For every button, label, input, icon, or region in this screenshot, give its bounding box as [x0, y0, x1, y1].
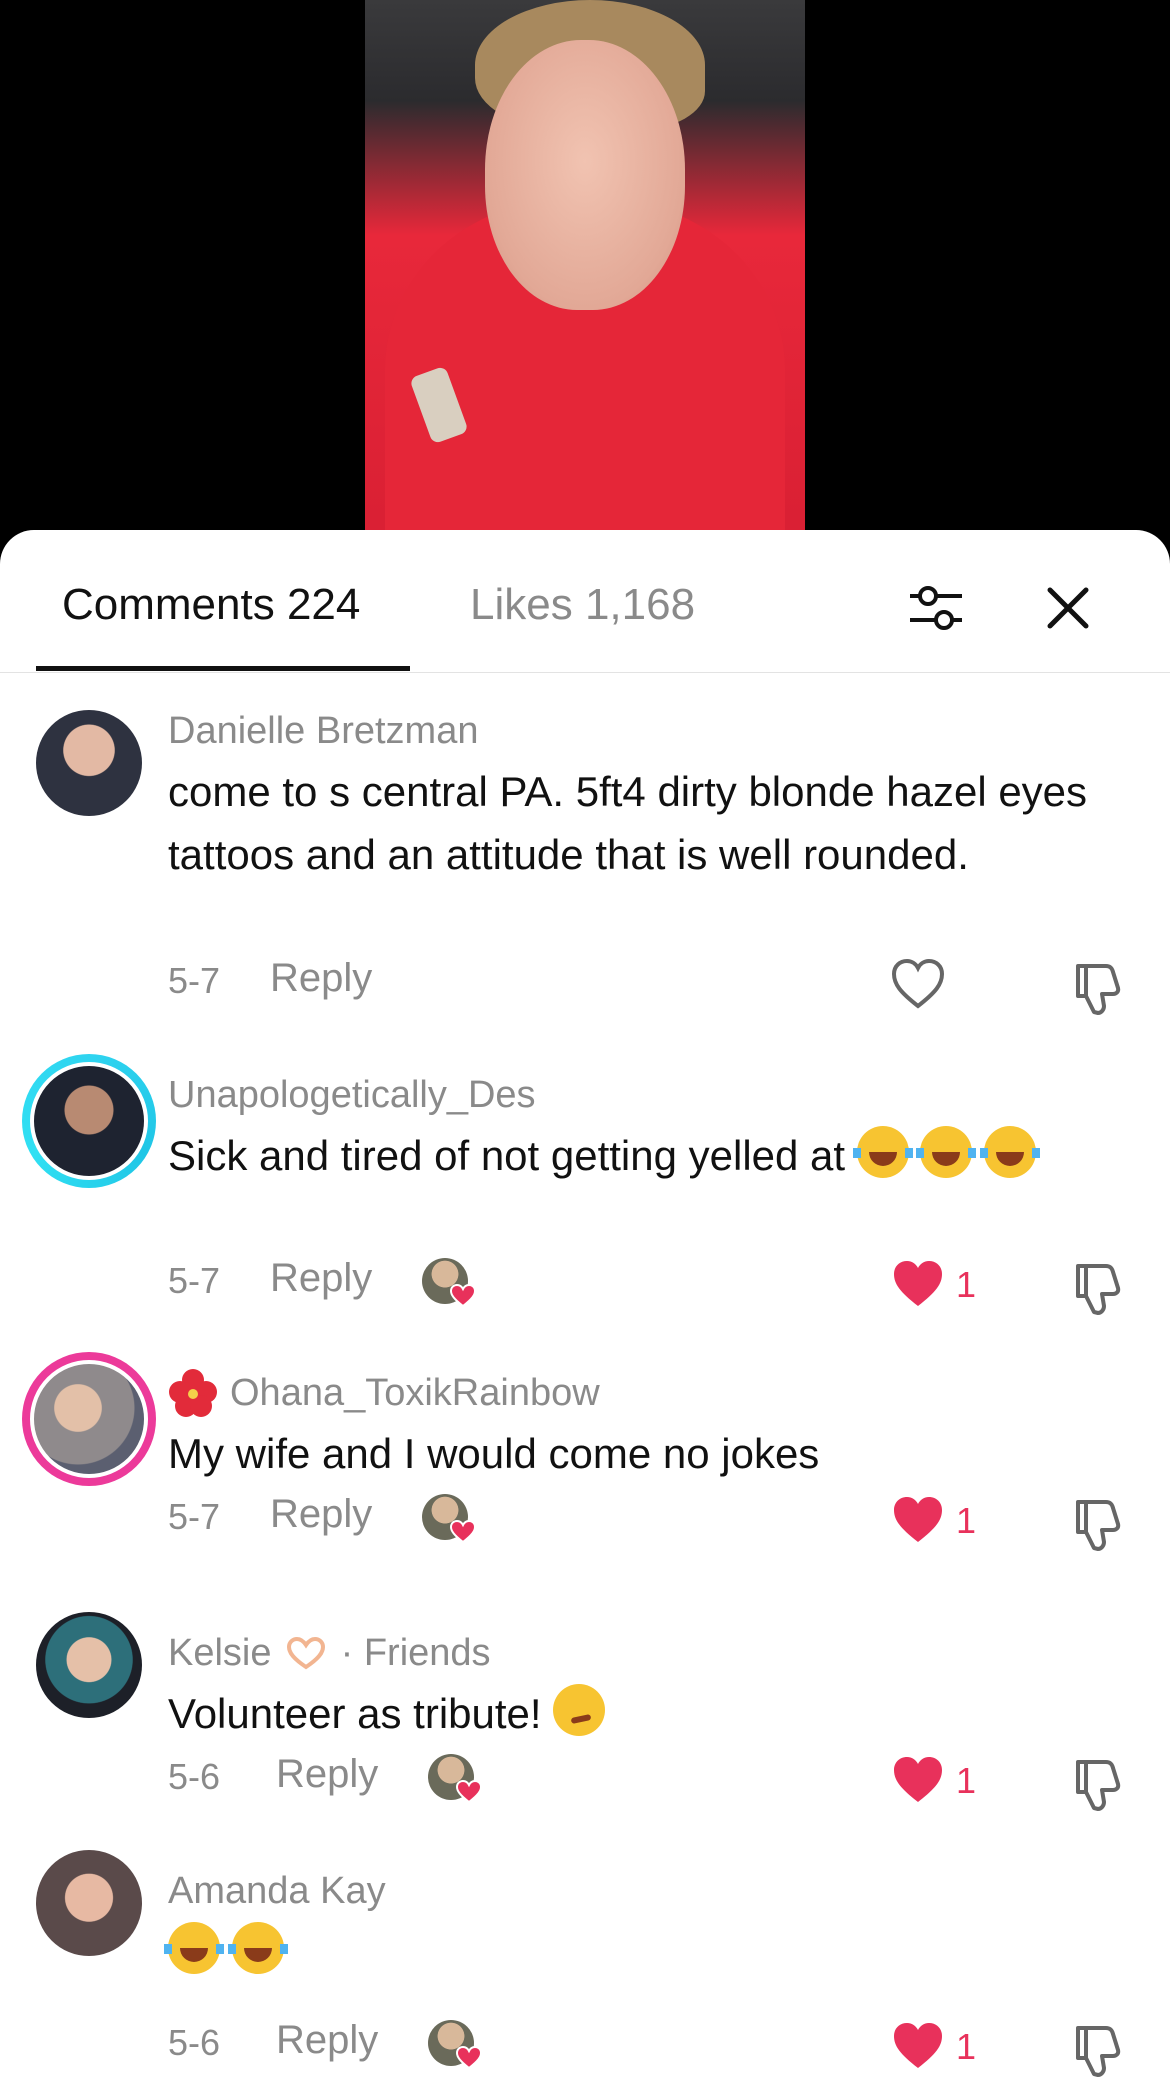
- comment-date: 5-7: [168, 960, 221, 1001]
- video-subject-face: [485, 40, 685, 310]
- heart-filled-icon[interactable]: [890, 1494, 946, 1546]
- comment-date: 5-6: [168, 1756, 221, 1797]
- laughing-emoji-icon: [916, 1126, 977, 1178]
- comments-tab-bar: Comments 224 Likes 1,168: [0, 530, 1170, 673]
- sliders-icon[interactable]: [906, 578, 966, 638]
- creator-heart-icon: [456, 2046, 482, 2070]
- heart-filled-icon[interactable]: [890, 1258, 946, 1310]
- friends-label: · Friends: [340, 1632, 491, 1674]
- dislike-icon[interactable]: [1068, 1258, 1126, 1316]
- hibiscus-icon: [169, 1369, 217, 1417]
- heart-filled-icon[interactable]: [890, 1754, 946, 1806]
- creator-heart-icon: [450, 1284, 476, 1308]
- heart-outline-icon[interactable]: [890, 958, 946, 1010]
- avatar[interactable]: [36, 1612, 142, 1718]
- avatar[interactable]: [36, 710, 142, 816]
- comment-text: Sick and tired of not getting yelled at: [168, 1124, 1128, 1187]
- dislike-icon[interactable]: [1068, 1494, 1126, 1552]
- heart-filled-icon[interactable]: [890, 2020, 946, 2072]
- comment-text: My wife and I would come no jokes: [168, 1430, 820, 1477]
- comment-date: 5-7: [168, 1496, 221, 1537]
- comment-author-name: Kelsie: [168, 1632, 272, 1674]
- like-count: 1: [956, 1500, 977, 1541]
- laughing-emoji-icon: [852, 1126, 913, 1178]
- comment-author[interactable]: Amanda Kay: [168, 1870, 386, 1913]
- avatar-story-ring[interactable]: [22, 1054, 156, 1188]
- video-frame: [365, 0, 805, 560]
- reply-button[interactable]: Reply: [270, 1492, 372, 1537]
- smirk-emoji-icon: [553, 1684, 606, 1736]
- dislike-icon[interactable]: [1068, 1754, 1126, 1812]
- like-count: 1: [956, 2026, 977, 2067]
- comment-date: 5-7: [168, 1260, 221, 1301]
- video-player[interactable]: [0, 0, 1170, 560]
- comments-sheet: Comments 224 Likes 1,168 Danielle Bretzm…: [0, 530, 1170, 2080]
- tab-comments[interactable]: Comments 224: [62, 578, 360, 632]
- comment-author[interactable]: Unapologetically_Des: [168, 1074, 536, 1117]
- dislike-icon[interactable]: [1068, 958, 1126, 1016]
- comment-text-body: Sick and tired of not getting yelled at: [168, 1132, 846, 1179]
- comment-author[interactable]: Danielle Bretzman: [168, 710, 478, 753]
- reply-button[interactable]: Reply: [276, 2018, 378, 2063]
- avatar-story-ring[interactable]: [22, 1352, 156, 1486]
- comment-text: [164, 1920, 1128, 1983]
- creator-heart-icon: [456, 1780, 482, 1804]
- active-tab-indicator: [36, 666, 410, 671]
- creator-heart-icon: [450, 1520, 476, 1544]
- avatar[interactable]: [36, 1850, 142, 1956]
- reply-button[interactable]: Reply: [270, 1256, 372, 1301]
- laughing-emoji-icon: [980, 1126, 1041, 1178]
- dislike-icon[interactable]: [1068, 2020, 1126, 2078]
- like-count: 1: [956, 1760, 977, 1801]
- close-icon[interactable]: [1038, 578, 1098, 638]
- comment-text: come to s central PA. 5ft4 dirty blonde …: [168, 768, 1088, 878]
- comment-text: Volunteer as tribute!: [168, 1682, 1128, 1745]
- heart-hands-icon: [287, 1636, 326, 1670]
- reply-button[interactable]: Reply: [270, 956, 372, 1001]
- comment-author[interactable]: Ohana_ToxikRainbow: [230, 1372, 600, 1415]
- comment-author[interactable]: Kelsie · Friends: [168, 1632, 491, 1675]
- tab-likes[interactable]: Likes 1,168: [470, 578, 695, 632]
- rolling-laughing-emoji-icon: [227, 1922, 288, 1974]
- comment-text-body: Volunteer as tribute!: [168, 1690, 542, 1737]
- reply-button[interactable]: Reply: [276, 1752, 378, 1797]
- rolling-laughing-emoji-icon: [164, 1922, 224, 1974]
- like-count: 1: [956, 1264, 977, 1305]
- comment-date: 5-6: [168, 2022, 221, 2063]
